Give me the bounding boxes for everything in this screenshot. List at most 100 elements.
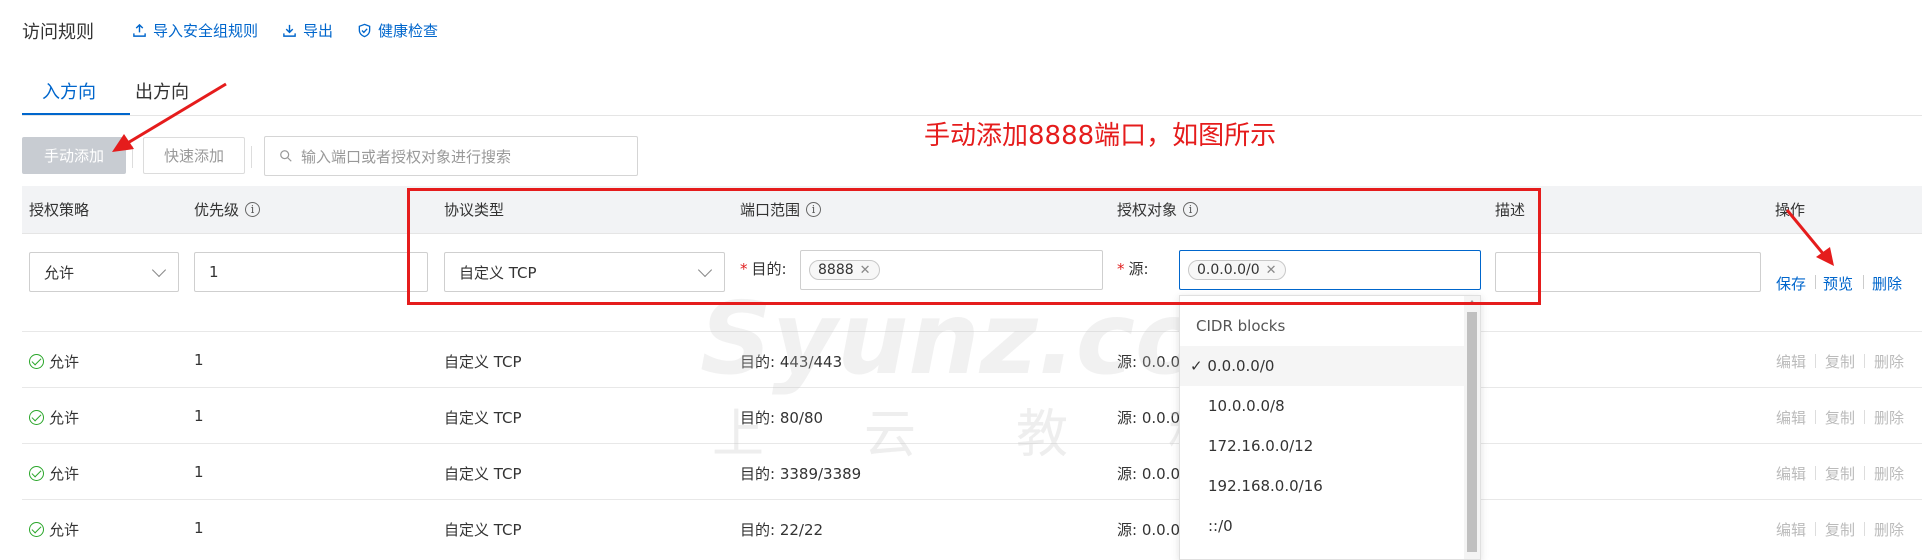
auth-object-input[interactable]: 0.0.0.0/0 ✕ — [1179, 250, 1481, 290]
preview-button[interactable]: 预览 — [1823, 273, 1853, 294]
row-2-port: 目的: 80/80 — [740, 409, 824, 427]
import-security-group-rules-link[interactable]: 导入安全组规则 — [132, 20, 258, 41]
row-1-copy-button[interactable]: 复制 — [1825, 351, 1855, 372]
row-4-delete-button[interactable]: 删除 — [1874, 519, 1904, 540]
row-1-port: 目的: 443/443 — [740, 353, 843, 371]
action-separator — [1815, 275, 1816, 289]
header-protocol: 协议类型 — [444, 199, 504, 220]
save-button[interactable]: 保存 — [1776, 273, 1806, 294]
description-input[interactable] — [1495, 252, 1761, 292]
export-link[interactable]: 导出 — [282, 20, 333, 41]
info-icon[interactable]: i — [1183, 202, 1199, 217]
toolbar-separator — [132, 146, 133, 168]
row-3-source: 源: 0.0.0. — [1117, 465, 1185, 483]
row-4-edit-button[interactable]: 编辑 — [1776, 519, 1806, 540]
row-3-port: 目的: 3389/3389 — [740, 465, 862, 483]
tab-inbound[interactable]: 入方向 — [42, 78, 96, 104]
download-icon — [283, 24, 296, 37]
shield-check-icon — [358, 23, 371, 38]
header-description: 描述 — [1495, 199, 1525, 220]
info-icon[interactable]: i — [245, 202, 261, 217]
toolbar-separator — [251, 146, 252, 168]
protocol-select[interactable]: 自定义 TCP — [444, 252, 725, 292]
row-1-priority: 1 — [194, 351, 204, 369]
header-policy-label: 授权策略 — [29, 201, 90, 219]
action-separator — [1864, 354, 1865, 368]
dropdown-option-selected[interactable]: ✓ 0.0.0.0/0 — [1180, 346, 1465, 386]
action-separator — [1863, 275, 1864, 289]
row-3-delete-button[interactable]: 删除 — [1874, 463, 1904, 484]
upload-icon — [133, 23, 146, 37]
source-tag-value: 0.0.0.0/0 — [1197, 262, 1260, 278]
row-4-source: 源: 0.0.0. — [1117, 521, 1185, 539]
scroll-up-arrow-icon[interactable] — [1468, 300, 1476, 305]
info-icon[interactable]: i — [806, 202, 822, 217]
port-range-input[interactable]: 8888 ✕ — [800, 250, 1103, 290]
cidr-dropdown[interactable]: CIDR blocks ✓ 0.0.0.0/0 10.0.0.0/8 172.1… — [1179, 295, 1481, 560]
row-2-protocol: 自定义 TCP — [444, 409, 522, 427]
row-4-priority: 1 — [194, 519, 204, 537]
dropdown-option[interactable]: 172.16.0.0/12 — [1180, 426, 1465, 466]
health-check-label: 健康检查 — [378, 22, 439, 40]
manual-add-button[interactable]: 手动添加 — [22, 137, 126, 174]
row-1-edit-button[interactable]: 编辑 — [1776, 351, 1806, 372]
row-3-copy-button[interactable]: 复制 — [1825, 463, 1855, 484]
close-icon[interactable]: ✕ — [1266, 263, 1277, 278]
action-separator — [1815, 410, 1816, 424]
row-divider — [22, 499, 1922, 500]
health-check-link[interactable]: 健康检查 — [357, 20, 438, 41]
row-1-delete-button[interactable]: 删除 — [1874, 351, 1904, 372]
row-3-priority: 1 — [194, 463, 204, 481]
row-2-source: 源: 0.0.0. — [1117, 409, 1185, 427]
header-priority-label: 优先级 — [194, 201, 240, 219]
row-1-source: 源: 0.0.0. — [1117, 353, 1185, 371]
row-2-copy-button[interactable]: 复制 — [1825, 407, 1855, 428]
chevron-down-icon — [151, 262, 167, 278]
header-actions: 操作 — [1775, 199, 1805, 220]
row-2-policy-label: 允许 — [49, 409, 80, 427]
check-circle-icon — [29, 466, 44, 481]
check-circle-icon — [29, 522, 44, 537]
policy-select[interactable]: 允许 — [29, 252, 179, 292]
dropdown-scrollbar[interactable] — [1464, 296, 1480, 559]
row-4-copy-button[interactable]: 复制 — [1825, 519, 1855, 540]
search-input[interactable]: 输入端口或者授权对象进行搜索 — [264, 136, 638, 176]
header-policy: 授权策略 — [29, 199, 89, 220]
quick-add-button[interactable]: 快速添加 — [143, 137, 245, 174]
priority-input-value: 1 — [209, 263, 219, 281]
row-3-edit-button[interactable]: 编辑 — [1776, 463, 1806, 484]
priority-input[interactable]: 1 — [194, 252, 428, 292]
row-2-delete-button[interactable]: 删除 — [1874, 407, 1904, 428]
row-divider — [22, 331, 1922, 332]
row-4-protocol: 自定义 TCP — [444, 521, 522, 539]
scrollbar-thumb[interactable] — [1467, 312, 1477, 552]
page-title: 访问规则 — [22, 22, 94, 43]
source-label-text: 源: — [1128, 260, 1149, 278]
delete-button[interactable]: 删除 — [1872, 273, 1902, 294]
close-icon[interactable]: ✕ — [860, 263, 871, 278]
row-2-edit-button[interactable]: 编辑 — [1776, 407, 1806, 428]
dropdown-option[interactable]: ::/0 — [1180, 506, 1465, 546]
import-link-label: 导入安全组规则 — [153, 22, 259, 40]
check-circle-icon — [29, 410, 44, 425]
tab-outbound[interactable]: 出方向 — [135, 78, 189, 104]
row-3-policy: 允许 — [29, 463, 79, 484]
action-separator — [1864, 410, 1865, 424]
protocol-select-value: 自定义 TCP — [459, 263, 537, 282]
row-4-policy: 允许 — [29, 519, 79, 540]
action-separator — [1815, 522, 1816, 536]
dropdown-option[interactable]: 192.168.0.0/16 — [1180, 466, 1465, 506]
chevron-down-icon — [697, 262, 713, 278]
port-tag: 8888 ✕ — [809, 260, 880, 280]
port-tag-value: 8888 — [818, 262, 854, 278]
port-label: * 目的: — [740, 260, 787, 278]
source-label: * 源: — [1117, 260, 1149, 278]
table-header — [22, 186, 1922, 234]
header-auth-object: 授权对象 i — [1117, 199, 1199, 220]
action-separator — [1815, 466, 1816, 480]
dropdown-option[interactable]: 10.0.0.0/8 — [1180, 386, 1465, 426]
row-divider — [22, 387, 1922, 388]
row-1-protocol: 自定义 TCP — [444, 353, 522, 371]
policy-select-value: 允许 — [44, 263, 75, 282]
row-1-policy-label: 允许 — [49, 353, 80, 371]
